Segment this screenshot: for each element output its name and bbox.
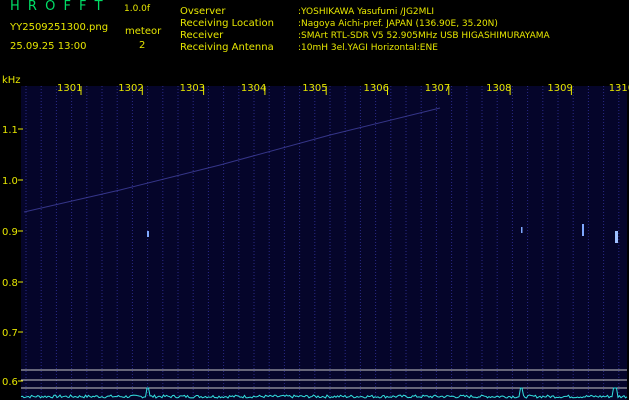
y-tick-label: 1.0 (2, 176, 18, 187)
meteor-count: 2 (139, 40, 146, 51)
y-tick-label: 0.6 (2, 377, 18, 388)
meteor-echo (615, 231, 618, 243)
info-value-observer: :YOSHIKAWA Yasufumi /JG2MLI (298, 7, 435, 17)
meteor-echo (147, 231, 149, 237)
info-value-receiver: :SMArt RTL-SDR V5 52.905MHz USB HIGASHIM… (298, 31, 550, 41)
x-tick-label: 1302 (118, 83, 143, 94)
header-panel: H R O F F T 1.0.0f YY2509251300.png mete… (0, 0, 629, 72)
spectrogram-chart: 1.1 1.0 0.9 0.8 0.7 0.6 1301 1302 1303 1304 1305 1… (0, 72, 629, 400)
y-tick-label: 0.9 (2, 227, 18, 238)
y-tick-label: 1.1 (2, 125, 18, 136)
info-value-antenna: :10mH 3el.YAGI Horizontal:ENE (298, 43, 438, 53)
brand-title: H R O F F T (10, 0, 105, 14)
info-value-location: :Nagoya Aichi-pref. JAPAN (136.90E, 35.2… (298, 19, 498, 29)
meteor-echo (521, 227, 523, 233)
x-tick-label: 1305 (302, 83, 327, 94)
info-label-receiver: Receiver (180, 30, 224, 41)
y-tick-label: 0.7 (2, 328, 18, 339)
version-label: 1.0.0f (124, 4, 151, 14)
x-tick-label: 1304 (241, 83, 266, 94)
y-tick-label: 0.8 (2, 278, 18, 289)
x-tick-label: 1303 (180, 83, 205, 94)
y-axis-label: kHz (2, 75, 21, 86)
meteor-echo (582, 224, 584, 236)
meteor-label: meteor (125, 26, 162, 37)
filename-label: YY2509251300.png (10, 22, 109, 33)
x-tick-label: 1306 (364, 83, 389, 94)
x-tick-label: 1309 (547, 83, 572, 94)
x-tick-label: 1307 (425, 83, 450, 94)
x-tick-label: 1308 (486, 83, 511, 94)
x-tick-label: 1310 (609, 83, 629, 94)
info-label-observer: Ovserver (180, 6, 226, 17)
info-label-location: Receiving Location (180, 18, 274, 29)
spectrogram-area (21, 86, 627, 400)
datetime-label: 25.09.25 13:00 (10, 41, 87, 52)
info-label-antenna: Receiving Antenna (180, 42, 274, 53)
x-tick-label: 1301 (57, 83, 82, 94)
